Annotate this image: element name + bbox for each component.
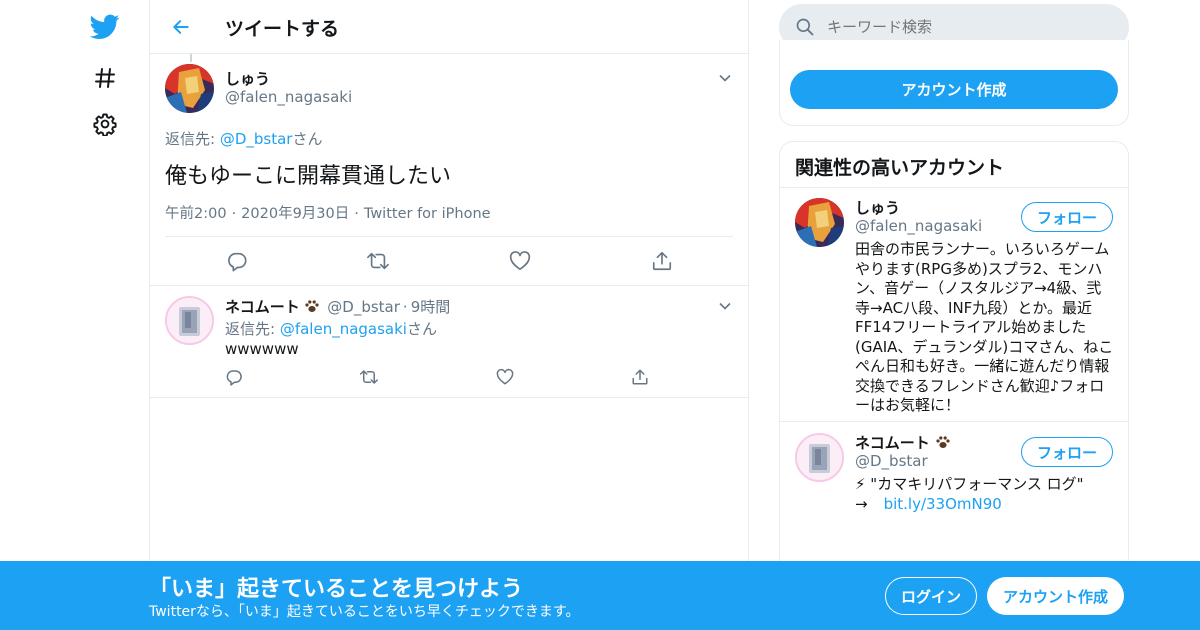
follow-button[interactable]: フォロー <box>1021 202 1113 232</box>
avatar[interactable] <box>165 64 214 113</box>
reply-prefix: 返信先: <box>165 130 220 148</box>
right-sidebar: アカウント作成 関連性の高いアカウント しゅう @falen_nagasaki … <box>779 0 1129 630</box>
bio-line: ⚡ "カマキリパフォーマンス ログ" <box>855 475 1084 493</box>
focused-tweet: しゅう @falen_nagasaki 返信先: @D_bstarさん 俺もゆー… <box>150 54 748 286</box>
search-input[interactable] <box>827 12 1107 42</box>
paw-icon <box>935 434 951 450</box>
account-name[interactable]: しゅう <box>855 197 900 218</box>
signup-button[interactable]: アカウント作成 <box>790 70 1118 109</box>
page-title: ツイートする <box>225 18 340 40</box>
reply-tweet[interactable]: ネコムート @D_bstar · 9時間 返信先: @falen_nagasakiさ… <box>150 286 748 398</box>
account-bio: ⚡ "カマキリパフォーマンス ログ" → bit.ly/33OmN90 <box>855 475 1117 514</box>
account-name[interactable]: ネコムート <box>855 434 930 452</box>
signup-card: アカウント作成 <box>779 40 1129 126</box>
reply-prefix: 返信先: <box>225 320 280 338</box>
account-handle[interactable]: @D_bstar <box>855 452 928 470</box>
page-header: ツイートする <box>150 0 748 54</box>
account-item[interactable]: ネコムート @D_bstar フォロー ⚡ "カマキリパフォーマンス ログ" →… <box>780 423 1128 533</box>
reply-context: 返信先: @falen_nagasakiさん <box>225 318 437 339</box>
reply-author-handle[interactable]: @D_bstar <box>327 298 400 316</box>
bio-line: ン、音ゲー（ノスタルジア→4級、弐 <box>855 279 1102 297</box>
reply-author-name[interactable]: ネコムート <box>225 298 300 316</box>
reply-text: wwwwww <box>225 340 299 358</box>
left-nav <box>0 0 149 630</box>
account-handle[interactable]: @falen_nagasaki <box>855 217 982 235</box>
tweet-date[interactable]: 2020年9月30日 <box>241 206 349 222</box>
tweet-time[interactable]: 午前2:00 <box>165 206 227 222</box>
retweet-icon[interactable] <box>364 247 392 275</box>
arrow: → <box>855 494 868 513</box>
bio-link[interactable]: bit.ly/33OmN90 <box>884 495 1002 513</box>
share-icon[interactable] <box>648 247 676 275</box>
reply-context: 返信先: @D_bstarさん <box>165 128 322 149</box>
banner-subline: Twitterなら、「いま」起きていることをいち早くチェックできます。 <box>149 604 580 620</box>
reply-to-link[interactable]: @falen_nagasaki <box>280 320 407 338</box>
login-button[interactable]: ログイン <box>885 577 977 615</box>
like-icon[interactable] <box>491 363 519 391</box>
tweet-source: Twitter for iPhone <box>363 206 491 222</box>
reply-header: ネコムート @D_bstar · 9時間 <box>225 298 451 316</box>
related-accounts-card: 関連性の高いアカウント しゅう @falen_nagasaki フォロー 田舎の… <box>779 141 1129 571</box>
share-icon[interactable] <box>626 363 654 391</box>
chevron-down-icon[interactable] <box>718 70 732 89</box>
divider <box>165 236 733 237</box>
author-name[interactable]: しゅう <box>225 68 270 89</box>
reply-age[interactable]: 9時間 <box>411 298 451 316</box>
signup-banner: 「いま」起きていることを見つけよう Twitterなら、「いま」起きていることを… <box>0 561 1200 630</box>
reply-suffix: さん <box>292 130 323 148</box>
bio-line: ぺん日和も好き。一緒に遊んだり情報 <box>855 357 1110 375</box>
avatar[interactable] <box>795 198 844 247</box>
chevron-down-icon[interactable] <box>718 298 732 317</box>
gear-icon[interactable] <box>88 107 122 141</box>
search-icon <box>795 17 815 41</box>
retweet-icon[interactable] <box>355 363 383 391</box>
bio-line: 田舎の市民ランナー。いろいろゲーム <box>855 240 1110 258</box>
main-column: ツイートする しゅう @falen_nagasaki 返信先: @D_bstar… <box>149 0 749 630</box>
twitter-bird-icon[interactable] <box>88 10 122 44</box>
paw-icon <box>304 298 320 314</box>
tweet-meta: 午前2:00 · 2020年9月30日 · Twitter for iPhone <box>165 206 491 222</box>
reply-to-link[interactable]: @D_bstar <box>220 130 293 148</box>
banner-signup-button[interactable]: アカウント作成 <box>987 577 1124 615</box>
avatar[interactable] <box>165 296 214 345</box>
bio-line: 交換できるフレンドさん歓迎♪フォロ <box>855 376 1105 395</box>
account-bio: 田舎の市民ランナー。いろいろゲーム やります(RPG多め)スプラ2、モンハ ン、… <box>855 240 1117 416</box>
avatar[interactable] <box>795 433 844 482</box>
account-item[interactable]: しゅう @falen_nagasaki フォロー 田舎の市民ランナー。いろいろゲ… <box>780 188 1128 422</box>
reply-suffix: さん <box>406 320 437 338</box>
hashtag-icon[interactable] <box>88 61 122 95</box>
author-handle[interactable]: @falen_nagasaki <box>225 88 352 106</box>
banner-headline: 「いま」起きていることを見つけよう <box>149 577 524 602</box>
bio-line: (GAIA、デュランダル)コマさん、ねこ <box>855 337 1114 356</box>
bio-line: やります(RPG多め)スプラ2、モンハ <box>855 259 1103 278</box>
bio-line: ーはお気軽に！ <box>855 396 961 414</box>
reply-icon[interactable] <box>220 363 248 391</box>
reply-icon[interactable] <box>223 247 251 275</box>
like-icon[interactable] <box>506 247 534 275</box>
bio-line: FF14フリートライアル始めました <box>855 318 1087 336</box>
related-title: 関連性の高いアカウント <box>795 157 1005 179</box>
follow-button[interactable]: フォロー <box>1021 437 1113 467</box>
tweet-text: 俺もゆーこに開幕貫通したい <box>165 164 452 189</box>
account-name-row: ネコムート <box>855 432 951 453</box>
bio-line: 寺→AC八段、INF九段）とか。最近 <box>855 298 1093 317</box>
back-arrow-icon[interactable] <box>168 14 194 40</box>
